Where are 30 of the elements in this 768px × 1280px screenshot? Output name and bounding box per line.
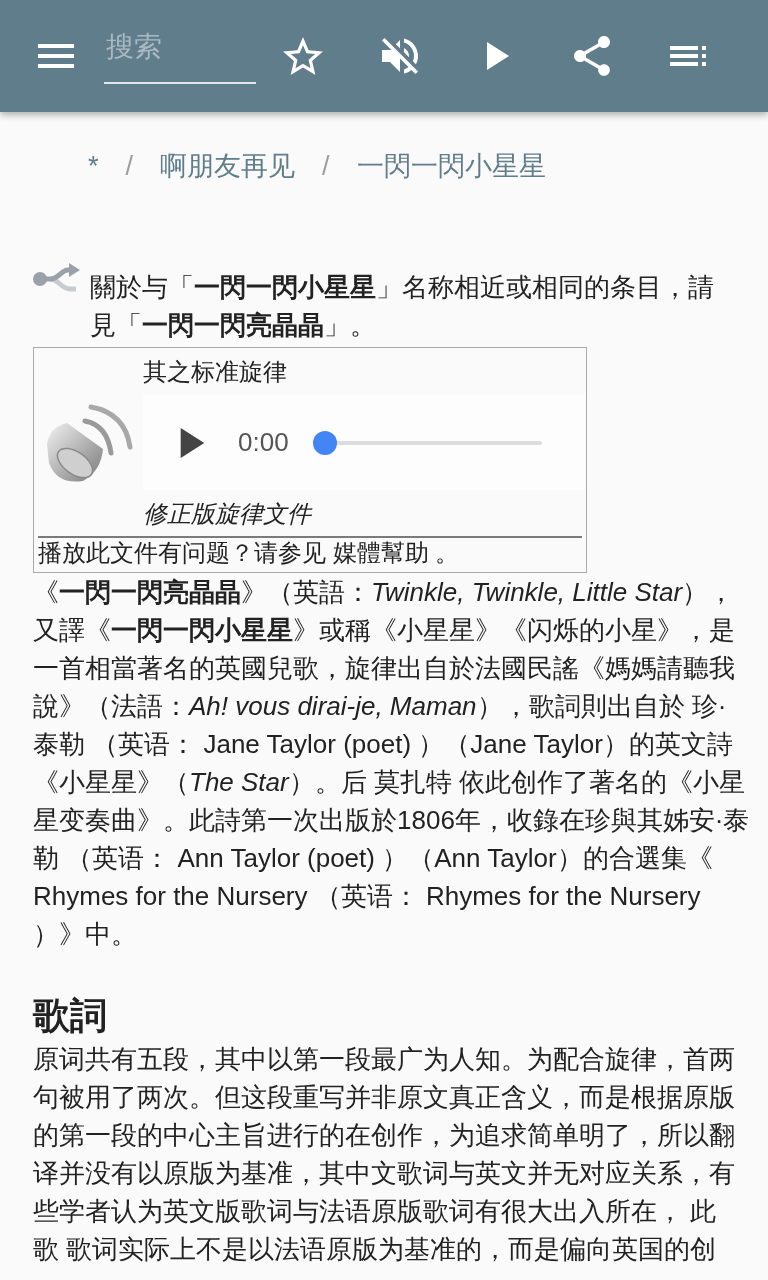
- breadcrumb-separator: /: [125, 150, 134, 183]
- breadcrumb-link[interactable]: 啊朋友再见: [160, 147, 296, 185]
- time-label: 0:00: [238, 427, 289, 458]
- search-field[interactable]: 搜索: [104, 28, 256, 84]
- seek-slider[interactable]: [312, 430, 542, 455]
- intro-paragraph: 《一閃一閃亮晶晶》（英語：Twinkle, Twinkle, Little Star），又譯《一閃一閃小星星》或稱《小星星》《闪烁的小星》，是一首相當著名的英國兒歌，旋律出自於法國民謠《媽媽請聽我說》（法語：Ah! vous dirai-je, Maman），歌詞則出自於 珍·泰勒 （英语： Jane Taylor (poet) ）（Jane Taylor）的英文詩《小星星》（The Star）。后 莫扎特 依此创作了著名的《小星星变奏曲》。此詩第一次出版於1806年，收錄在珍與其姊安·泰勒 （英语： Ann Taylor (poet) ）（Ann Taylor）的合選集《 Rhymes for the Nursery （英语： Rhymes for the Nursery ）》中。: [32, 576, 751, 951]
- play-icon: [180, 427, 205, 458]
- contents-button[interactable]: [670, 46, 706, 66]
- section-heading: 歌詞: [33, 994, 108, 1038]
- play-icon: [487, 42, 509, 70]
- menu-button[interactable]: [38, 44, 74, 68]
- audio-caption: 其之标准旋律: [143, 357, 288, 387]
- breadcrumb-separator: /: [322, 150, 330, 183]
- slider-thumb[interactable]: [312, 430, 337, 455]
- audio-description: 修正版旋律文件: [143, 499, 314, 529]
- breadcrumb-link[interactable]: *: [88, 147, 99, 185]
- play-button[interactable]: [487, 42, 509, 70]
- hatnote-text: 關於与「一閃一閃小星星」名称相近或相同的条目，請見「一閃一閃亮晶晶」。: [90, 271, 715, 342]
- bookmark-button[interactable]: [283, 37, 323, 75]
- star-icon: [283, 37, 323, 75]
- mute-button[interactable]: [382, 38, 418, 74]
- section-paragraph: 原词共有五段，其中以第一段最广为人知。为配合旋律，首两句被用了两次。但这段重写并非原文真正含义，而是根据原版的第一段的中心主旨进行的在创作，为追求简单明了，所以翻译并没有以原版为基准，其中文歌词与英文并无对应关系，有些学者认为英文版歌词与法语原版歌词有很大出入所在， 此歌 歌词实际上不是以法语原版为基准的，而是偏向英国的创: [32, 1043, 736, 1266]
- list-icon: [670, 46, 706, 66]
- share-button[interactable]: [574, 36, 610, 76]
- player-play-button[interactable]: [180, 427, 205, 458]
- breadcrumb-link[interactable]: 一閃一閃小星星: [356, 147, 546, 185]
- menu-icon: [38, 44, 74, 68]
- share-icon: [574, 36, 610, 76]
- mute-icon: [382, 38, 418, 74]
- help-text: 播放此文件有问题？请参见 媒體幫助 。: [38, 538, 461, 568]
